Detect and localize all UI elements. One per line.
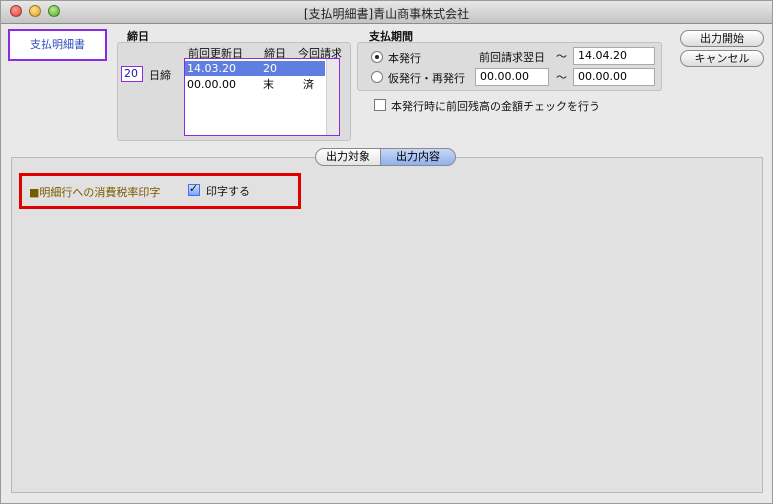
radio-official-issue-label: 本発行	[388, 52, 421, 65]
tax-rate-print-label: ■明細行への消費税率印字	[29, 186, 161, 199]
closing-unit-label: 日締	[149, 69, 171, 82]
period-tilde: 〜	[556, 50, 567, 63]
document-type-badge: 支払明細書	[8, 29, 107, 61]
period-from-label: 前回請求翌日	[479, 51, 545, 64]
list-item[interactable]: 14.03.20 20	[185, 61, 325, 76]
period-to-field[interactable]: 14.04.20	[573, 47, 655, 65]
period-tilde-reissue: 〜	[556, 71, 567, 84]
list-item[interactable]: 00.00.00 末 済	[185, 77, 325, 92]
print-tax-rate-label: 印字する	[206, 185, 250, 198]
tab-output-content[interactable]: 出力内容	[380, 148, 456, 166]
title-bar: [支払明細書]青山商事株式会社	[1, 1, 772, 24]
period-to-reissue-field[interactable]: 00.00.00	[573, 68, 655, 86]
list-item-date: 14.03.20	[187, 62, 236, 75]
prev-balance-check-checkbox[interactable]	[374, 99, 386, 111]
print-tax-rate-checkbox[interactable]	[188, 182, 200, 196]
period-from-reissue-field[interactable]: 00.00.00	[475, 68, 549, 86]
radio-provisional-issue-label: 仮発行・再発行	[388, 72, 465, 85]
tab-output-target[interactable]: 出力対象	[315, 148, 381, 166]
radio-official-issue[interactable]	[371, 51, 383, 63]
closing-listbox[interactable]: 14.03.20 20 00.00.00 末 済	[184, 58, 340, 136]
window-title: [支払明細書]青山商事株式会社	[303, 7, 470, 21]
list-item-status: 済	[303, 78, 314, 91]
listbox-scrollbar[interactable]	[326, 59, 339, 135]
list-item-day: 20	[263, 62, 277, 75]
radio-provisional-issue[interactable]	[371, 71, 383, 83]
app-window: [支払明細書]青山商事株式会社 支払明細書 締日 20 日締 前回更新日 締日 …	[0, 0, 773, 504]
list-item-date: 00.00.00	[187, 78, 236, 91]
start-output-button[interactable]: 出力開始	[680, 30, 764, 47]
closing-day-input[interactable]: 20	[121, 66, 143, 82]
list-item-day: 末	[263, 78, 274, 91]
prev-balance-check-label: 本発行時に前回残高の金額チェックを行う	[391, 100, 600, 113]
cancel-button[interactable]: キャンセル	[680, 50, 764, 67]
